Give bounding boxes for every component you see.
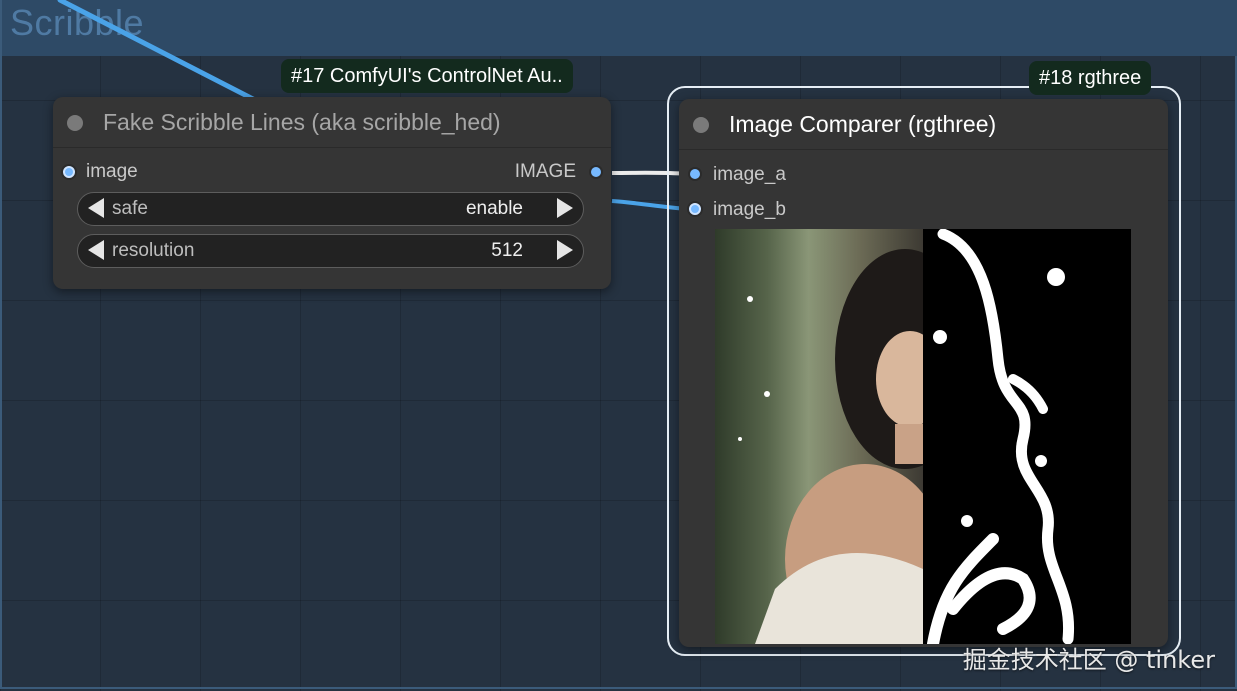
input-slot-image-a-dot[interactable] <box>690 169 700 179</box>
increment-arrow-icon[interactable] <box>557 198 573 218</box>
node-title: Fake Scribble Lines (aka scribble_hed) <box>103 109 501 135</box>
widget-value: enable <box>465 198 523 219</box>
input-slot-image-b-label: image_b <box>713 199 786 220</box>
decrement-arrow-icon[interactable] <box>88 240 104 260</box>
widget-name: safe <box>112 198 148 219</box>
collapse-dot-icon[interactable] <box>67 115 83 131</box>
widget-name: resolution <box>112 240 195 261</box>
decrement-arrow-icon[interactable] <box>88 198 104 218</box>
output-slot-image-label: IMAGE <box>514 161 576 182</box>
node-fake-scribble-lines[interactable]: Fake Scribble Lines (aka scribble_hed) i… <box>53 97 611 289</box>
input-slot-image-dot[interactable] <box>63 166 75 178</box>
node-title-bar[interactable]: Fake Scribble Lines (aka scribble_hed) <box>53 97 611 148</box>
photo-illustration <box>738 249 975 644</box>
photo-image-a <box>715 229 975 644</box>
node-title-bar[interactable]: Image Comparer (rgthree) <box>679 99 1168 150</box>
collapse-dot-icon[interactable] <box>693 117 709 133</box>
node-title: Image Comparer (rgthree) <box>729 111 997 137</box>
node18-id-badge: #18 rgthree <box>1029 61 1152 95</box>
node17-id-badge: #17 ComfyUI's ControlNet Au.. <box>281 59 573 93</box>
link-incoming <box>57 0 258 103</box>
input-slot-image-b-dot[interactable] <box>689 203 701 215</box>
scribble-lines <box>927 229 1075 644</box>
widget-value: 512 <box>491 240 523 261</box>
input-slot-image-label: image <box>86 161 138 182</box>
watermark: 掘金技术社区 @ tinker <box>962 646 1215 674</box>
widget-safe[interactable]: safe enable <box>77 192 584 226</box>
input-slot-image-a-label: image_a <box>713 164 786 185</box>
scribble-image-b <box>923 229 1131 644</box>
image-comparison-preview[interactable] <box>715 229 1131 644</box>
widget-resolution[interactable]: resolution 512 <box>77 234 584 268</box>
output-slot-image-dot[interactable] <box>591 167 601 177</box>
increment-arrow-icon[interactable] <box>557 240 573 260</box>
